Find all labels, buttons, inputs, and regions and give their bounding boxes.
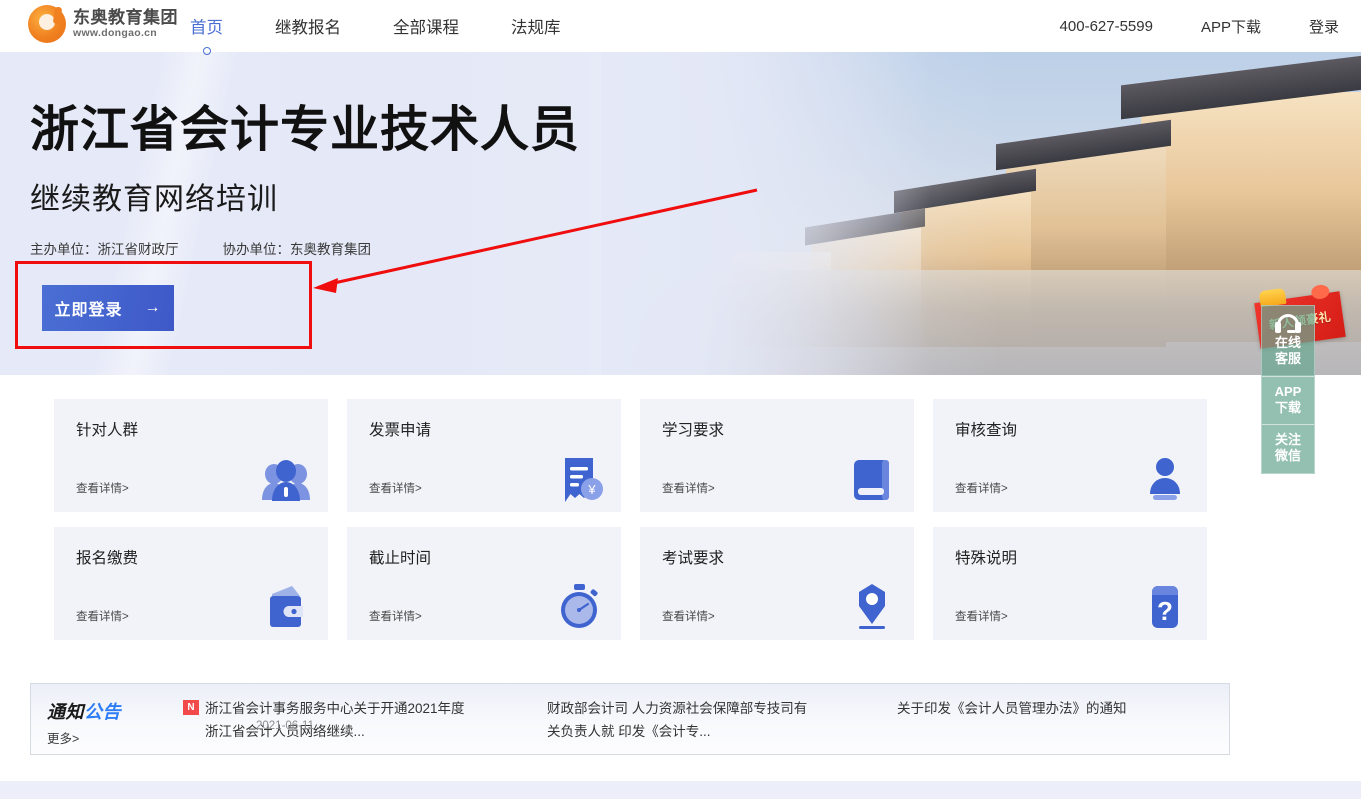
hero-title: 浙江省会计专业技术人员: [30, 103, 581, 157]
card-detail-link[interactable]: 查看详情>: [369, 480, 422, 496]
page-root: 东奥教育集团 www.dongao.cn 首页 继教报名 全部课程 法规库 40…: [0, 0, 1361, 799]
notice-title: 通知公告: [47, 698, 121, 724]
widget-online-service-line2: 客服: [1274, 351, 1301, 367]
hotline-number: 400-627-5599: [1059, 17, 1153, 35]
headset-icon: [1275, 314, 1301, 333]
notice-new-badge: N: [183, 700, 199, 715]
widget-app-download[interactable]: APP 下载: [1262, 377, 1314, 425]
question-mark-icon: ?: [1152, 586, 1178, 628]
hero-login-label: 立即登录: [54, 302, 123, 319]
notice-item-1-line2: 浙江省会计人员网络继续...: [205, 723, 365, 739]
notice-item-1-line1: 浙江省会计事务服务中心关于开通2021年度: [205, 701, 465, 716]
nav-item-home[interactable]: 首页: [190, 14, 223, 38]
svg-text:¥: ¥: [587, 482, 596, 497]
login-link[interactable]: 登录: [1309, 16, 1339, 37]
arrow-right-icon: →: [144, 299, 162, 316]
invoice-yuan-icon: ¥: [565, 458, 603, 502]
widget-follow-wechat-line2: 微信: [1274, 448, 1301, 464]
app-download-link[interactable]: APP下载: [1201, 16, 1261, 37]
notice-announcement-panel: 通知公告 更多> N 浙江省会计事务服务中心关于开通2021年度 浙江省会计人员…: [30, 683, 1230, 755]
card-audit-query[interactable]: 审核查询 查看详情>: [933, 399, 1207, 512]
people-group-icon: [262, 460, 310, 501]
card-detail-link[interactable]: 查看详情>: [955, 608, 1008, 624]
card-title: 审核查询: [955, 422, 1018, 439]
stamp-person-icon: [1150, 458, 1180, 500]
site-header: 东奥教育集团 www.dongao.cn 首页 继教报名 全部课程 法规库 40…: [0, 0, 1361, 52]
card-detail-link[interactable]: 查看详情>: [76, 480, 129, 496]
hero-subtitle: 继续教育网络培训: [30, 182, 278, 216]
card-detail-link[interactable]: 查看详情>: [369, 608, 422, 624]
widget-app-download-line1: APP: [1274, 383, 1302, 399]
card-target-audience[interactable]: 针对人群 查看详情>: [54, 399, 328, 512]
card-title: 考试要求: [662, 550, 725, 567]
dongao-logo-icon: [28, 5, 66, 43]
logo-company-name: 东奥教育集团: [73, 7, 178, 27]
notice-item-1-date: 2021-06-11: [256, 720, 314, 732]
card-title: 特殊说明: [955, 550, 1018, 567]
notice-item-2-line1: 财政部会计司 人力资源社会保障部专技司有: [547, 701, 808, 716]
card-title: 报名缴费: [76, 550, 139, 567]
card-detail-link[interactable]: 查看详情>: [662, 608, 715, 624]
card-study-requirements[interactable]: 学习要求 查看详情>: [640, 399, 914, 512]
widget-follow-wechat-line1: 关注: [1274, 432, 1301, 447]
hero-coorganizer: 协办单位：东奥教育集团: [222, 241, 372, 257]
hero-login-button[interactable]: 立即登录 →: [42, 285, 174, 331]
hero-text-block: 浙江省会计专业技术人员 继续教育网络培训 主办单位：浙江省财政厅 协办单位：东奥…: [30, 103, 581, 258]
notice-item-3[interactable]: 关于印发《会计人员管理办法》的通知: [897, 698, 1217, 721]
card-title: 截止时间: [369, 550, 432, 567]
card-deadline[interactable]: 截止时间 查看详情>: [347, 527, 621, 640]
info-card-grid: 针对人群 查看详情> 发票申请 查看详情> ¥ 学习要求 查看详情> 审核查询 …: [54, 399, 1207, 640]
notice-more-link[interactable]: 更多>: [47, 728, 121, 747]
logo-url: www.dongao.cn: [73, 27, 158, 40]
card-registration-payment[interactable]: 报名缴费 查看详情>: [54, 527, 328, 640]
card-detail-link[interactable]: 查看详情>: [76, 608, 129, 624]
card-invoice-application[interactable]: 发票申请 查看详情> ¥: [347, 399, 621, 512]
stopwatch-icon: [561, 584, 598, 628]
notice-item-2-line2: 关负责人就 印发《会计专...: [547, 723, 711, 739]
card-title: 针对人群: [76, 422, 139, 439]
nav-item-regulations[interactable]: 法规库: [511, 14, 561, 38]
card-detail-link[interactable]: 查看详情>: [662, 480, 715, 496]
footer-band: [0, 781, 1361, 799]
notice-item-1[interactable]: 浙江省会计事务服务中心关于开通2021年度 浙江省会计人员网络继续...: [205, 698, 505, 743]
hero-organizers: 主办单位：浙江省财政厅 协办单位：东奥教育集团: [30, 238, 580, 258]
main-nav: 首页 继教报名 全部课程 法规库: [190, 0, 613, 52]
notice-item-3-line1: 关于印发《会计人员管理办法》的通知: [897, 701, 1127, 716]
card-special-notes[interactable]: 特殊说明 查看详情> ?: [933, 527, 1207, 640]
info-card-panel: 针对人群 查看详情> 发票申请 查看详情> ¥ 学习要求 查看详情> 审核查询 …: [30, 378, 1230, 663]
nav-item-enroll[interactable]: 继教报名: [275, 14, 341, 38]
wallet-icon: [270, 586, 303, 627]
notice-title-part2: 公告: [84, 702, 121, 722]
card-exam-requirements[interactable]: 考试要求 查看详情>: [640, 527, 914, 640]
book-icon: [854, 460, 889, 500]
widget-online-service-line1: 在线: [1274, 335, 1301, 350]
card-title: 发票申请: [369, 422, 432, 439]
nav-item-all-courses[interactable]: 全部课程: [393, 14, 459, 38]
floating-service-widget: 在线 客服 APP 下载 关注 微信: [1261, 305, 1315, 474]
pen-nib-icon: [859, 584, 885, 629]
card-detail-link[interactable]: 查看详情>: [955, 480, 1008, 496]
widget-app-download-line2: 下载: [1274, 399, 1301, 415]
hero-organizer: 主办单位：浙江省财政厅: [30, 241, 179, 257]
svg-text:?: ?: [1157, 596, 1173, 626]
widget-follow-wechat[interactable]: 关注 微信: [1262, 425, 1314, 473]
notice-item-2[interactable]: 财政部会计司 人力资源社会保障部专技司有 关负责人就 印发《会计专...: [547, 698, 847, 743]
widget-online-service[interactable]: 在线 客服: [1262, 306, 1314, 377]
site-logo[interactable]: 东奥教育集团 www.dongao.cn: [28, 5, 178, 43]
hero-banner: 浙江省会计专业技术人员 继续教育网络培训 主办单位：浙江省财政厅 协办单位：东奥…: [0, 52, 1361, 375]
notice-title-part1: 通知: [47, 702, 84, 722]
header-right-group: 400-627-5599 APP下载 登录: [1012, 0, 1339, 52]
notice-header: 通知公告 更多>: [47, 698, 121, 747]
card-title: 学习要求: [662, 422, 725, 439]
